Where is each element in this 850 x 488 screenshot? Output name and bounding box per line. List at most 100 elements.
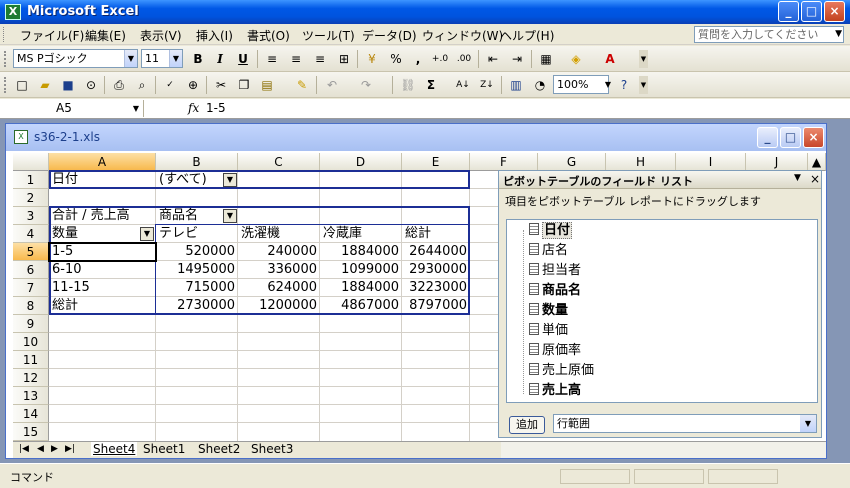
align-center-icon[interactable]: ≡	[286, 50, 306, 68]
insert-function-button[interactable]: fx	[188, 101, 199, 115]
align-right-icon[interactable]: ≡	[310, 50, 330, 68]
row-header[interactable]: 9	[13, 315, 49, 333]
underline-button[interactable]: U	[233, 50, 253, 68]
sheet-tab[interactable]: Sheet1	[143, 442, 185, 456]
menu-file[interactable]: ファイル(F)	[20, 27, 84, 44]
research-icon[interactable]: ⊕	[183, 76, 203, 94]
save-icon[interactable]: ■	[58, 76, 78, 94]
chart-wizard-icon[interactable]: ▥	[506, 76, 526, 94]
increase-indent-icon[interactable]: ⇥	[507, 50, 527, 68]
menu-format[interactable]: 書式(O)	[247, 27, 290, 44]
row-header[interactable]: 14	[13, 405, 49, 423]
open-folder-icon[interactable]: ▰	[35, 76, 55, 94]
area-select[interactable]: 行範囲 ▼	[553, 414, 817, 433]
decrease-decimal-icon[interactable]: .00	[454, 50, 474, 68]
field-item-unit-price[interactable]: 単価	[529, 322, 568, 340]
menu-window[interactable]: ウィンドウ(W)	[422, 27, 503, 44]
sort-ascending-icon[interactable]: A↓	[453, 76, 473, 94]
align-left-icon[interactable]: ≡	[262, 50, 282, 68]
row-header[interactable]: 13	[13, 387, 49, 405]
row-header[interactable]: 11	[13, 351, 49, 369]
column-header[interactable]: J	[746, 153, 808, 171]
column-header[interactable]: B	[156, 153, 238, 171]
help-search-input[interactable]: 質問を入力してください ▼	[694, 26, 844, 43]
copy-icon[interactable]: ❐	[234, 76, 254, 94]
cut-icon[interactable]: ✂	[211, 76, 231, 94]
column-header[interactable]: F	[470, 153, 538, 171]
bold-button[interactable]: B	[188, 50, 208, 68]
sort-descending-icon[interactable]: Z↓	[477, 76, 497, 94]
field-item-cost-rate[interactable]: 原価率	[529, 342, 581, 360]
row-header[interactable]: 2	[13, 189, 49, 207]
menu-insert[interactable]: 挿入(I)	[196, 27, 233, 44]
menu-tools[interactable]: ツール(T)	[302, 27, 355, 44]
field-item-staff[interactable]: 担当者	[529, 262, 581, 280]
fill-color-icon[interactable]: ◈	[566, 50, 586, 68]
pane-menu-icon[interactable]: ▼	[794, 173, 801, 183]
next-sheet-icon[interactable]: ▶	[51, 444, 58, 454]
drawing-icon[interactable]: ◔	[530, 76, 550, 94]
menu-edit[interactable]: 編集(E)	[85, 27, 126, 44]
add-to-button[interactable]: 追加	[509, 416, 545, 434]
field-item-store[interactable]: 店名	[529, 242, 568, 260]
column-header[interactable]: H	[606, 153, 676, 171]
first-sheet-icon[interactable]: |◀	[19, 444, 29, 454]
maximize-button[interactable]: □	[801, 1, 822, 22]
spelling-icon[interactable]: ✓	[160, 76, 180, 94]
permission-icon[interactable]: ⊙	[81, 76, 101, 94]
increase-decimal-icon[interactable]: +.0	[430, 50, 450, 68]
menu-view[interactable]: 表示(V)	[140, 27, 182, 44]
row-header[interactable]: 10	[13, 333, 49, 351]
borders-icon[interactable]: ▦	[536, 50, 556, 68]
sheet-tab[interactable]: Sheet4	[91, 442, 138, 456]
row-header[interactable]: 4	[13, 225, 49, 243]
column-header[interactable]: A	[49, 153, 156, 171]
chevron-down-icon[interactable]: ▼	[169, 50, 182, 67]
formula-input[interactable]: 1-5	[206, 101, 226, 115]
help-dropdown-icon[interactable]: ▼	[835, 27, 842, 42]
currency-icon[interactable]: ¥	[362, 50, 382, 68]
merge-center-icon[interactable]: ⊞	[334, 50, 354, 68]
hyperlink-icon[interactable]: ⛓	[398, 76, 418, 94]
font-size-select[interactable]: 11 ▼	[141, 49, 183, 68]
row-header[interactable]: 1	[13, 171, 49, 189]
menu-data[interactable]: データ(D)	[362, 27, 417, 44]
new-document-icon[interactable]: □	[12, 76, 32, 94]
name-box[interactable]: A5 ▼	[4, 100, 144, 117]
prev-sheet-icon[interactable]: ◀	[37, 444, 44, 454]
field-item-product[interactable]: 商品名	[529, 282, 581, 300]
close-button[interactable]: ×	[824, 1, 845, 22]
row-header[interactable]: 15	[13, 423, 49, 441]
workbook-minimize-button[interactable]: _	[757, 127, 778, 148]
field-item-date[interactable]: 日付	[529, 222, 573, 240]
undo-icon[interactable]: ↶	[322, 76, 342, 94]
minimize-button[interactable]: _	[778, 1, 799, 22]
chevron-down-icon[interactable]: ▼	[133, 100, 139, 117]
column-header[interactable]: E	[402, 153, 470, 171]
pane-close-icon[interactable]: ×	[810, 172, 820, 186]
scroll-up-icon[interactable]: ▲	[808, 153, 826, 171]
column-header[interactable]: D	[320, 153, 402, 171]
percent-button[interactable]: %	[386, 50, 406, 68]
italic-button[interactable]: I	[210, 50, 230, 68]
row-header[interactable]: 3	[13, 207, 49, 225]
format-painter-icon[interactable]: ✎	[292, 76, 312, 94]
paste-icon[interactable]: ▤	[257, 76, 277, 94]
workbook-close-button[interactable]: ×	[803, 127, 824, 148]
decrease-indent-icon[interactable]: ⇤	[483, 50, 503, 68]
sheet-tab[interactable]: Sheet3	[251, 442, 293, 456]
workbook-restore-button[interactable]: □	[780, 127, 801, 148]
chevron-down-icon[interactable]: ▼	[124, 50, 137, 67]
font-name-select[interactable]: MS Pゴシック ▼	[13, 49, 138, 68]
column-header[interactable]: G	[538, 153, 606, 171]
toolbar-options-icon[interactable]: ▼	[639, 50, 648, 68]
font-color-icon[interactable]: A	[600, 50, 620, 68]
chevron-down-icon[interactable]: ▼	[800, 415, 816, 432]
toolbar-options-icon[interactable]: ▼	[639, 76, 648, 94]
sheet-tab[interactable]: Sheet2	[198, 442, 240, 456]
help-icon[interactable]: ?	[614, 76, 634, 94]
comma-button[interactable]: ,	[408, 50, 428, 68]
field-item-cost-of-sales[interactable]: 売上原価	[529, 362, 594, 380]
row-header[interactable]: 6	[13, 261, 49, 279]
field-item-sales[interactable]: 売上高	[529, 382, 581, 400]
